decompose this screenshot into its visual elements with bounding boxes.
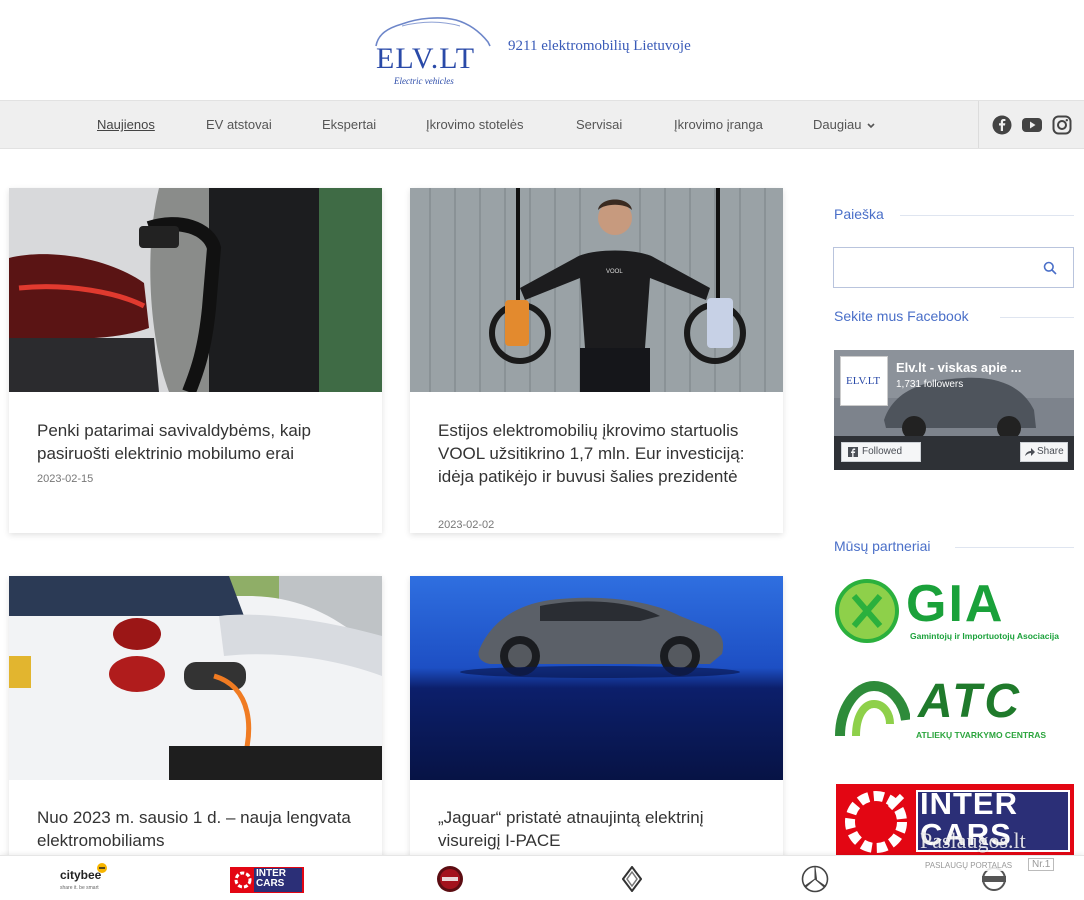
fb-followed-button[interactable]: Followed bbox=[841, 442, 921, 462]
search-icon[interactable] bbox=[1043, 261, 1057, 275]
facebook-icon[interactable] bbox=[992, 115, 1012, 135]
heading-rule bbox=[955, 547, 1074, 548]
article-card[interactable]: „Jaguar“ pristatė atnaujintą elektrinį v… bbox=[410, 576, 783, 876]
fiat-icon[interactable] bbox=[436, 865, 464, 893]
renault-icon[interactable] bbox=[622, 866, 642, 892]
fb-followers: 1,731 followers bbox=[896, 379, 964, 390]
article-date: 2023-02-15 bbox=[37, 473, 94, 485]
instagram-icon[interactable] bbox=[1052, 115, 1072, 135]
share-arrow-icon bbox=[1025, 448, 1035, 456]
site-logo[interactable]: ELV.LT Electric vehicles bbox=[372, 12, 494, 88]
site-header: ELV.LT Electric vehicles 9211 elektromob… bbox=[0, 0, 1084, 100]
nav-divider bbox=[978, 101, 979, 148]
chevron-down-icon bbox=[867, 123, 875, 129]
fb-page-name[interactable]: Elv.lt - viskas apie ... bbox=[896, 360, 1022, 375]
partner-subtitle: Gamintojų ir Importuotojų Asociacija bbox=[910, 631, 1059, 641]
nav-item-label: Daugiau bbox=[813, 117, 862, 132]
logo-text: ELV.LT bbox=[376, 42, 476, 75]
article-image[interactable] bbox=[9, 188, 382, 392]
article-image[interactable]: VOOL bbox=[410, 188, 783, 392]
paslaugos-watermark: Paslaugos.lt PASLAUGŲ PORTALAS Nr.1 bbox=[920, 828, 1060, 876]
intercars-small-icon bbox=[234, 871, 252, 889]
watermark-subtitle: PASLAUGŲ PORTALAS bbox=[922, 860, 1016, 871]
site-tagline: 9211 elektromobilių Lietuvoje bbox=[508, 38, 691, 54]
heading-rule bbox=[1000, 317, 1074, 318]
facebook-page-widget[interactable]: ELV.LT Elv.lt - viskas apie ... 1,731 fo… bbox=[834, 350, 1074, 470]
nav-item-daugiau[interactable]: Daugiau bbox=[813, 117, 875, 132]
watermark-badge: Nr.1 bbox=[1028, 858, 1055, 871]
article-title[interactable]: „Jaguar“ pristatė atnaujintą elektrinį v… bbox=[438, 806, 758, 852]
article-image[interactable] bbox=[9, 576, 382, 780]
article-card[interactable]: Nuo 2023 m. sausio 1 d. – nauja lengvata… bbox=[9, 576, 382, 876]
watermark-text: Paslaugos.lt bbox=[920, 828, 1026, 853]
fb-page-logo: ELV.LT bbox=[840, 356, 888, 406]
nav-item-ev-atstovai[interactable]: EV atstovai bbox=[206, 117, 272, 132]
atc-emblem-icon bbox=[835, 680, 910, 737]
youtube-icon[interactable] bbox=[1022, 115, 1042, 135]
partner-subtitle: ATLIEKŲ TVARKYMO CENTRAS bbox=[916, 730, 1047, 740]
nav-item-ikrovimo-stoteles[interactable]: Įkrovimo stotelės bbox=[426, 117, 524, 132]
nav-item-naujienos[interactable]: Naujienos bbox=[97, 117, 155, 132]
search-heading: Paieška bbox=[834, 206, 884, 222]
article-title[interactable]: Nuo 2023 m. sausio 1 d. – nauja lengvata… bbox=[37, 806, 357, 852]
mercedes-icon[interactable] bbox=[801, 865, 829, 893]
gia-emblem-icon bbox=[835, 579, 899, 643]
article-card[interactable]: Penki patarimai savivaldybėms, kaip pasi… bbox=[9, 188, 382, 533]
vool-shirt-text: VOOL bbox=[606, 269, 623, 275]
partner-gia-logo[interactable]: GIA Gamintojų ir Importuotojų Asociacija bbox=[834, 575, 1074, 646]
article-date: 2023-02-02 bbox=[438, 519, 495, 531]
footer-citybee-logo[interactable]: citybee share it. be smart bbox=[60, 863, 116, 892]
facebook-heading: Sekite mus Facebook bbox=[834, 308, 969, 324]
heading-rule bbox=[900, 215, 1074, 216]
nav-item-ikrovimo-iranga[interactable]: Įkrovimo įranga bbox=[674, 117, 763, 132]
article-title[interactable]: Estijos elektromobilių įkrovimo startuol… bbox=[438, 419, 758, 488]
nav-item-ekspertai[interactable]: Ekspertai bbox=[322, 117, 376, 132]
intercars-emblem-icon bbox=[845, 791, 907, 853]
article-image[interactable] bbox=[410, 576, 783, 780]
partners-heading: Mūsų partneriai bbox=[834, 538, 931, 554]
article-title[interactable]: Penki patarimai savivaldybėms, kaip pasi… bbox=[37, 419, 357, 465]
partner-name: GIA bbox=[906, 575, 1005, 633]
search-field-wrapper bbox=[833, 247, 1074, 288]
nav-item-servisai[interactable]: Servisai bbox=[576, 117, 622, 132]
facebook-small-icon bbox=[848, 447, 858, 457]
fb-share-button[interactable]: Share bbox=[1020, 442, 1068, 462]
article-card[interactable]: VOOL Estijos elektromobilių įkrovimo sta… bbox=[410, 188, 783, 533]
footer-intercars-logo[interactable]: INTER CARS bbox=[230, 867, 304, 893]
partner-atc-logo[interactable]: ATC ATLIEKŲ TVARKYMO CENTRAS bbox=[834, 675, 1074, 744]
bee-icon bbox=[97, 863, 107, 873]
search-input[interactable] bbox=[834, 248, 1034, 287]
partner-name: ATC bbox=[918, 675, 1023, 728]
logo-subtitle: Electric vehicles bbox=[394, 76, 454, 86]
main-navigation: Naujienos EV atstovai Ekspertai Įkrovimo… bbox=[0, 100, 1084, 149]
